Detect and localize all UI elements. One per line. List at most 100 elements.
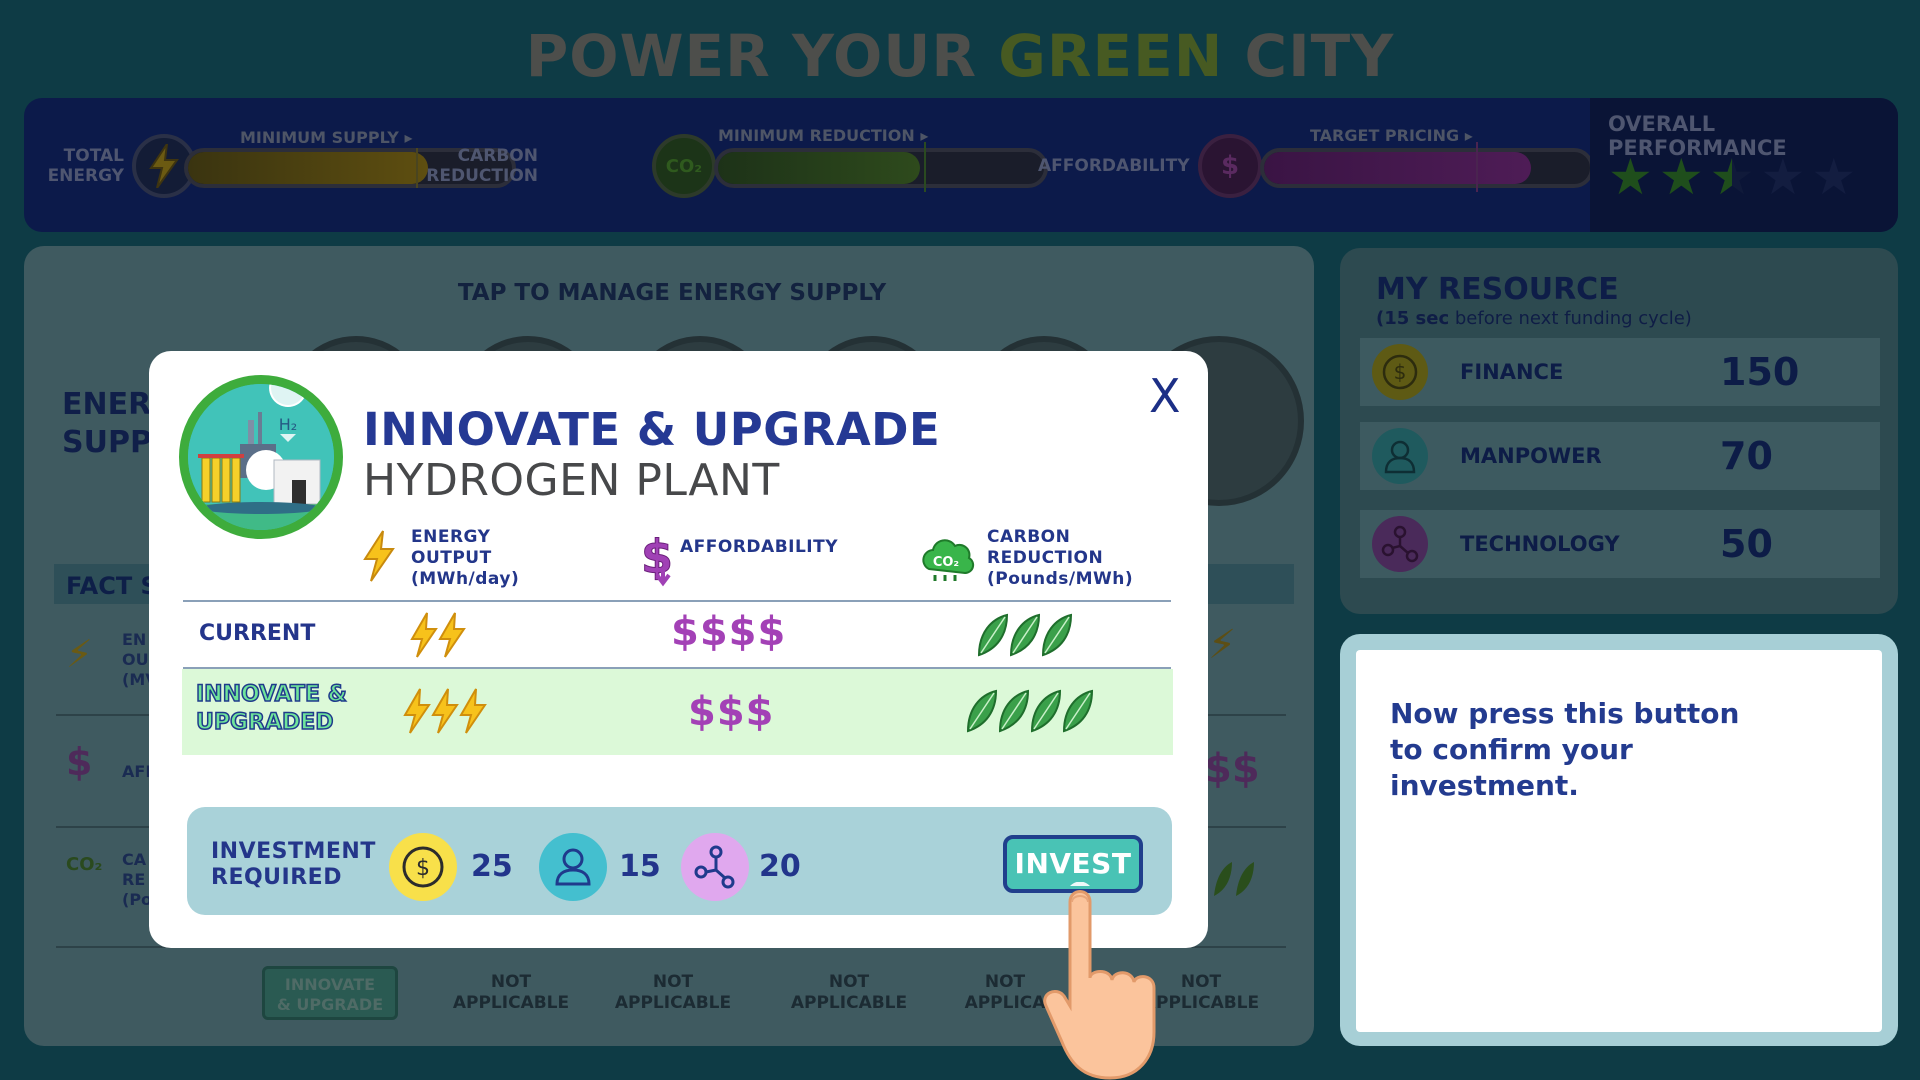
resource-name: TECHNOLOGY: [1460, 532, 1620, 556]
svg-text:$: $: [1394, 360, 1407, 384]
dollar-icon: $: [1198, 134, 1262, 198]
co2-cloud-icon: CO₂: [919, 535, 975, 587]
resource-row-technology: TECHNOLOGY 50: [1360, 510, 1880, 578]
resource-value: 50: [1720, 522, 1773, 566]
current-affordability: $$$$: [671, 609, 787, 655]
hydrogen-plant-image: H₂: [179, 375, 343, 539]
close-button[interactable]: X: [1149, 369, 1181, 423]
energy-output-header: ENERGY OUTPUT (MWh/day): [411, 527, 520, 589]
leaf-icon: [1039, 613, 1075, 661]
bolt-icon: [409, 611, 439, 663]
total-energy-label: TOTAL ENERGY: [47, 146, 124, 186]
star-icon: ★: [1608, 148, 1653, 206]
game-title: POWER YOUR GREEN CITY: [0, 22, 1920, 90]
title-part-green: GREEN: [998, 22, 1224, 90]
funding-cycle-label: (15 sec before next funding cycle): [1376, 308, 1692, 329]
leaf-icon: [996, 689, 1032, 737]
star-icon: ★: [1709, 148, 1755, 206]
affordability-header: AFFORDABILITY: [680, 537, 839, 557]
affordability-fill: [1264, 152, 1532, 184]
carbon-reduction-header: CARBON REDUCTION (Pounds/MWh): [987, 527, 1134, 589]
carbon-reduction-bar: [714, 148, 1048, 188]
target-pricing-label: TARGET PRICING ▸: [1310, 126, 1473, 145]
coin-icon: $: [1372, 344, 1428, 400]
tutorial-hand-pointer: [1040, 881, 1170, 1080]
person-icon: [1372, 428, 1428, 484]
coin-icon: $: [389, 833, 457, 901]
affordability-label: AFFORDABILITY: [1038, 156, 1190, 176]
star-icon: ★: [1658, 148, 1704, 206]
tutorial-panel: Now press this button to confirm your in…: [1340, 634, 1898, 1046]
leaf-icon: [975, 613, 1011, 661]
technology-cost: 20: [759, 849, 801, 884]
modal-subtitle: HYDROGEN PLANT: [363, 455, 780, 506]
carbon-reduction-label: CARBON REDUCTION: [426, 146, 538, 186]
resources-title: MY RESOURCE: [1376, 272, 1619, 307]
svg-text:CO₂: CO₂: [933, 555, 959, 570]
fact-row-carbon-label: CA RE (Po: [122, 850, 153, 909]
fact-bolt-icon: ⚡: [66, 632, 93, 676]
network-icon: [681, 833, 749, 901]
current-energy-bolts: [409, 611, 467, 663]
resource-value: 70: [1720, 434, 1773, 478]
investment-required-label: INVESTMENT REQUIRED: [211, 839, 376, 890]
tutorial-instruction: Now press this button to confirm your in…: [1390, 697, 1740, 802]
resource-name: FINANCE: [1460, 360, 1564, 384]
minimum-supply-marker: [416, 148, 418, 188]
fact-bolt-icon: ⚡: [1208, 622, 1237, 668]
upgrade-modal: X H₂ INNOVATE & UPGRADE HYDROGEN PLANT E…: [149, 351, 1208, 948]
current-label: CURRENT: [199, 621, 316, 646]
title-part-3: CITY: [1244, 22, 1395, 90]
co2-cloud-icon: CO₂: [652, 134, 716, 198]
bolt-icon: [458, 687, 488, 739]
leaf-icon: [1007, 613, 1043, 661]
modal-title: INNOVATE & UPGRADE: [363, 403, 941, 456]
dollar-icon: $: [637, 529, 677, 591]
resource-name: MANPOWER: [1460, 444, 1602, 468]
resources-panel: MY RESOURCE (15 sec before next funding …: [1340, 248, 1898, 614]
total-energy-fill: [188, 152, 428, 184]
bolt-icon: [361, 529, 397, 587]
fact-co2-icon: CO₂: [66, 854, 103, 875]
not-applicable-label: NOT APPLICABLE: [452, 972, 570, 1013]
fact-leaf-icon: [1210, 860, 1260, 904]
upgraded-affordability: $$$: [688, 689, 775, 735]
leaf-icon: [1028, 689, 1064, 737]
title-part-1: POWER YOUR: [525, 22, 978, 90]
upgraded-row: INNOVATE & UPGRADED $$$: [182, 669, 1173, 755]
bolt-icon: [437, 611, 467, 663]
resource-row-finance: $ FINANCE 150: [1360, 338, 1880, 406]
target-pricing-marker: [1476, 142, 1478, 192]
affordability-bar: [1260, 148, 1594, 188]
manpower-cost: 15: [619, 849, 661, 884]
star-icon: ★: [1811, 148, 1857, 206]
svg-text:H₂: H₂: [279, 415, 297, 434]
bolt-icon: [430, 687, 460, 739]
tutorial-card: Now press this button to confirm your in…: [1356, 650, 1882, 1032]
not-applicable-label: NOT APPLICABLE: [614, 972, 732, 1013]
fact-dollars: $$: [1204, 746, 1260, 792]
not-applicable-label: NOT APPLICABLE: [790, 972, 908, 1013]
svg-text:$: $: [416, 856, 430, 881]
minimum-reduction-marker: [924, 142, 926, 192]
overall-performance-panel: OVERALL PERFORMANCE ★ ★ ★ ★ ★: [1590, 98, 1898, 232]
star-icon: ★: [1760, 148, 1806, 206]
current-carbon-leaves: [975, 613, 1073, 661]
finance-cost: 25: [471, 849, 513, 884]
bolt-icon: [402, 687, 432, 739]
minimum-supply-label: MINIMUM SUPPLY ▸: [240, 128, 413, 147]
fact-sheet-title: FACT S: [66, 572, 158, 600]
person-icon: [539, 833, 607, 901]
upgraded-carbon-leaves: [964, 689, 1094, 737]
upgraded-energy-bolts: [402, 687, 488, 739]
investment-bar: INVESTMENT REQUIRED $ 25 15 20 INVEST: [187, 807, 1172, 915]
innovate-upgrade-tab-button[interactable]: INNOVATE & UPGRADE: [262, 966, 398, 1020]
minimum-reduction-label: MINIMUM REDUCTION ▸: [718, 126, 929, 145]
upgraded-label: INNOVATE & UPGRADED: [195, 681, 347, 736]
fact-dollar-icon: $: [66, 740, 93, 784]
resource-value: 150: [1720, 350, 1800, 394]
carbon-reduction-fill: [718, 152, 921, 184]
leaf-icon: [964, 689, 1000, 737]
performance-stars: ★ ★ ★ ★ ★: [1608, 152, 1856, 202]
current-row: CURRENT $$$$: [183, 601, 1171, 667]
